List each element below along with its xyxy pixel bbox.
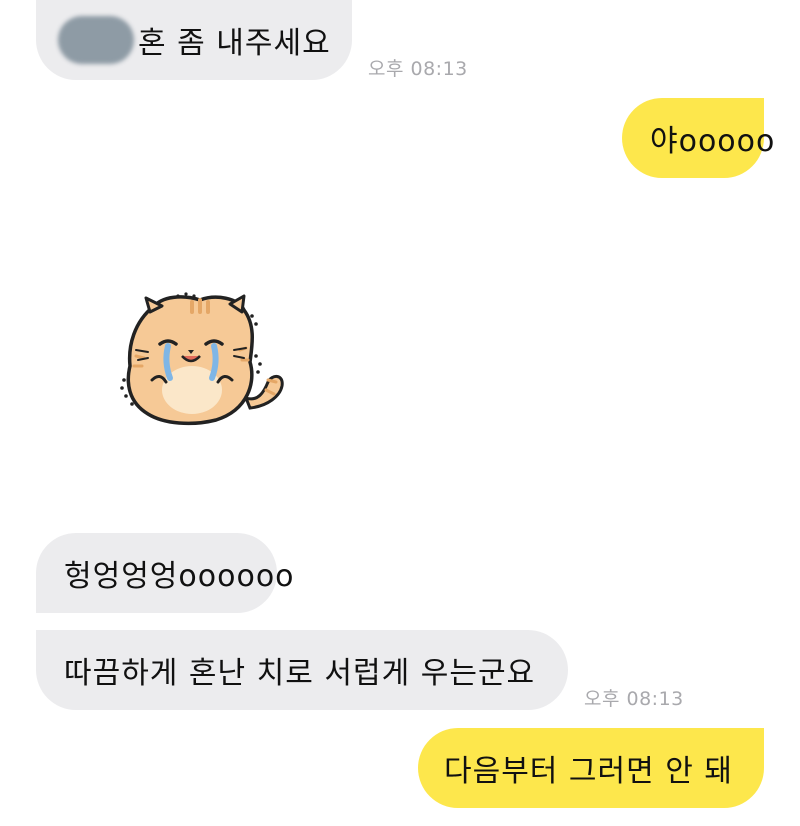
crying-cat-sticker-art	[120, 292, 284, 426]
message-text: 다음부터 그러면 안 돼	[444, 754, 734, 789]
received-message-bubble[interactable]: 따끔하게 혼난 치로 서럽게 우는군요	[36, 630, 568, 710]
message-text: 따끔하게 혼난 치로 서럽게 우는군요	[64, 656, 536, 691]
redacted-name-blur	[58, 16, 134, 64]
received-message-bubble[interactable]: 헝엉엉엉oooooo	[36, 533, 294, 613]
sent-message-bubble[interactable]: 다음부터 그러면 안 돼	[418, 728, 764, 808]
message-timestamp: 오후 08:13	[584, 688, 684, 710]
message-text: 헝엉엉엉oooooo	[64, 559, 295, 594]
message-timestamp: 오후 08:13	[368, 58, 468, 80]
received-message-bubble[interactable]: 혼 좀 내주세요	[36, 0, 352, 80]
message-text: 야ooooo	[650, 124, 776, 159]
crying-cat-sticker-icon[interactable]	[108, 286, 292, 430]
message-text: 혼 좀 내주세요	[138, 26, 331, 61]
sent-message-bubble[interactable]: 야ooooo	[622, 98, 774, 178]
